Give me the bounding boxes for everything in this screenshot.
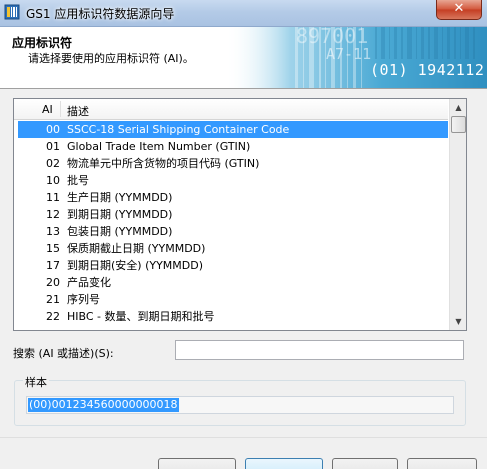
row-ai-code: 12 <box>46 208 60 221</box>
window-title: GS1 应用标识符数据源向导 <box>26 7 175 21</box>
title-bar[interactable]: GS1 应用标识符数据源向导 ✕ <box>0 0 487 27</box>
row-description: 物流单元中所含货物的项目代码 (GTIN) <box>67 157 260 170</box>
list-scrollbar[interactable]: ▲ ▼ <box>449 99 466 330</box>
search-label: 搜索 (AI 或描述)(S): <box>13 347 114 360</box>
list-row[interactable]: 10 批号 <box>18 172 448 189</box>
row-ai-code: 22 <box>46 310 60 323</box>
page-title: 应用标识符 <box>12 36 73 50</box>
list-row[interactable]: 22 HIBC - 数量、到期日期和批号 <box>18 308 448 325</box>
row-ai-code: 11 <box>46 191 60 204</box>
sample-field[interactable]: (00)001234560000000018 <box>26 396 454 414</box>
back-button[interactable] <box>158 458 236 469</box>
close-button[interactable]: ✕ <box>436 0 482 20</box>
next-button[interactable] <box>245 458 323 469</box>
row-description: 产品变化 <box>67 276 111 289</box>
row-description: 到期日期(安全) (YYMMDD) <box>67 259 204 272</box>
row-description: 到期日期 (YYMMDD) <box>67 208 173 221</box>
banner-barcode-text: (01) 1942112 <box>370 61 485 79</box>
list-row[interactable]: 01 Global Trade Item Number (GTIN) <box>18 138 448 155</box>
row-description: SSCC-18 Serial Shipping Container Code <box>67 123 290 136</box>
list-row[interactable]: 11 生产日期 (YYMMDD) <box>18 189 448 206</box>
list-row[interactable]: 13 包装日期 (YYMMDD) <box>18 223 448 240</box>
column-divider[interactable] <box>60 101 61 117</box>
column-header-description[interactable]: 描述 <box>67 103 89 119</box>
wizard-app-icon <box>4 4 20 20</box>
row-description: 批号 <box>67 174 89 187</box>
search-input[interactable] <box>175 340 464 360</box>
row-ai-code: 01 <box>46 140 60 153</box>
row-description: 保质期截止日期 (YYMMDD) <box>67 242 206 255</box>
list-row[interactable]: 17 到期日期(安全) (YYMMDD) <box>18 257 448 274</box>
list-header: AI 描述 <box>14 99 448 120</box>
list-row[interactable]: 21 序列号 <box>18 291 448 308</box>
ai-list[interactable]: AI 描述 00 SSCC-18 Serial Shipping Containe… <box>13 98 467 331</box>
cancel-button[interactable] <box>407 458 477 469</box>
column-header-ai[interactable]: AI <box>42 103 53 116</box>
scroll-thumb[interactable] <box>451 116 466 133</box>
sample-value[interactable]: (00)001234560000000018 <box>28 398 179 412</box>
row-ai-code: 13 <box>46 225 60 238</box>
row-ai-code: 17 <box>46 259 60 272</box>
sample-group-label: 样本 <box>23 374 49 390</box>
scroll-up-icon[interactable]: ▲ <box>450 99 466 116</box>
row-description: Global Trade Item Number (GTIN) <box>67 140 251 153</box>
list-row[interactable]: 12 到期日期 (YYMMDD) <box>18 206 448 223</box>
row-ai-code: 02 <box>46 157 60 170</box>
finish-button[interactable] <box>332 458 398 469</box>
list-row[interactable]: 20 产品变化 <box>18 274 448 291</box>
row-description: 序列号 <box>67 293 100 306</box>
wizard-header: 897001 A7-11 应用标识符 请选择要使用的应用标识符 (AI)。 (0… <box>0 27 487 89</box>
row-ai-code: 00 <box>46 123 60 136</box>
list-row[interactable]: 02 物流单元中所含货物的项目代码 (GTIN) <box>18 155 448 172</box>
close-icon: ✕ <box>453 1 465 16</box>
banner-decor-code: A7-11 <box>326 45 372 63</box>
list-row[interactable]: 00 SSCC-18 Serial Shipping Container Code <box>18 121 448 138</box>
scroll-down-icon[interactable]: ▼ <box>450 313 466 330</box>
row-description: 包装日期 (YYMMDD) <box>67 225 173 238</box>
row-ai-code: 10 <box>46 174 60 187</box>
row-ai-code: 21 <box>46 293 60 306</box>
row-description: 生产日期 (YYMMDD) <box>67 191 173 204</box>
page-subtitle: 请选择要使用的应用标识符 (AI)。 <box>28 52 194 65</box>
list-row[interactable]: 15 保质期截止日期 (YYMMDD) <box>18 240 448 257</box>
row-ai-code: 15 <box>46 242 60 255</box>
row-description: HIBC - 数量、到期日期和批号 <box>67 310 215 323</box>
row-ai-code: 20 <box>46 276 60 289</box>
